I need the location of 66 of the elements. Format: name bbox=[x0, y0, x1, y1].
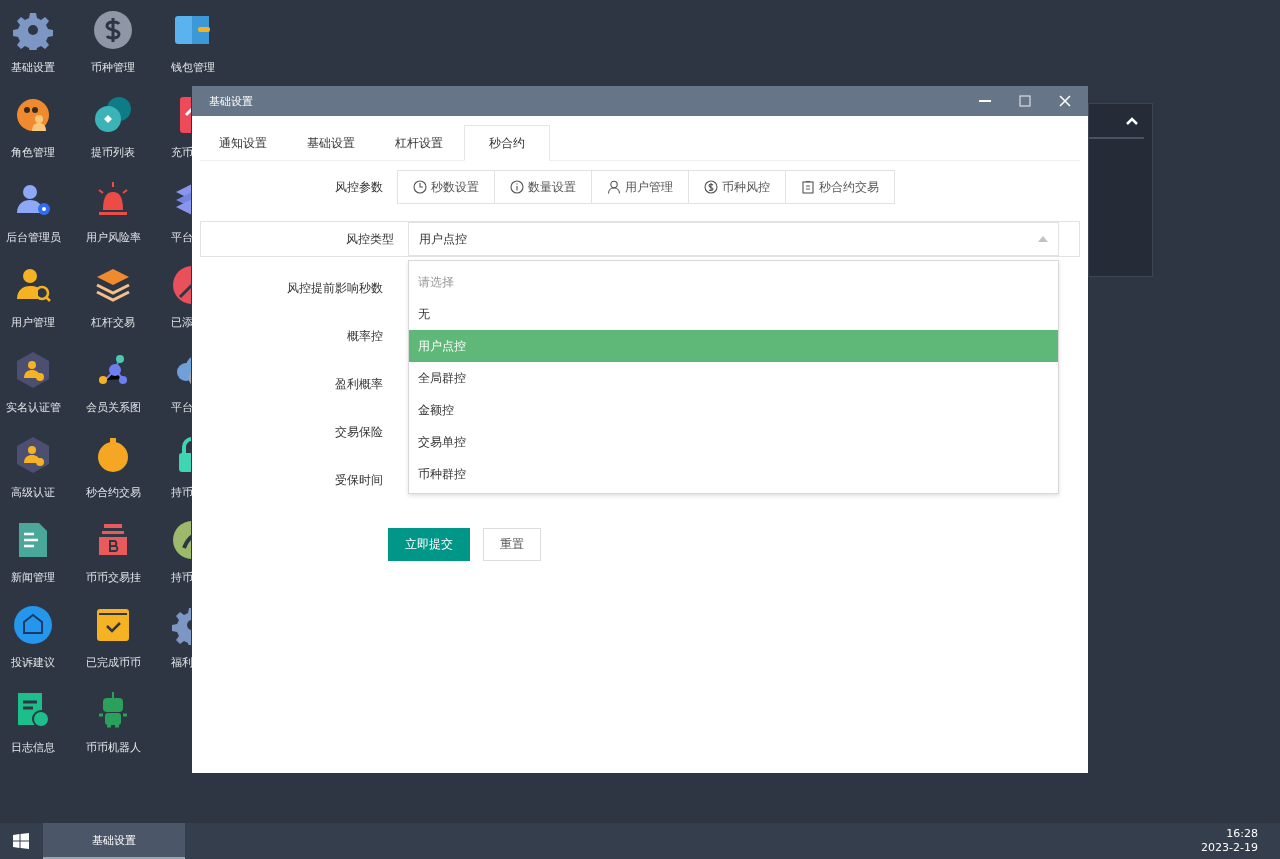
gear-icon[interactable] bbox=[13, 10, 53, 50]
clock-time: 16:28 bbox=[1226, 827, 1258, 841]
select-field[interactable]: 用户点控 bbox=[408, 222, 1059, 256]
tab[interactable]: 杠杆设置 bbox=[376, 125, 462, 161]
desktop-icon-label: 提币列表 bbox=[91, 145, 135, 160]
desktop-icon-label: 币币机器人 bbox=[85, 740, 141, 755]
desktop-icon-label: 日志信息 bbox=[11, 740, 55, 755]
desktop-icon-label: 用户管理 bbox=[11, 315, 55, 330]
form-label: 风控类型 bbox=[345, 230, 394, 248]
desktop-icon-label: 角色管理 bbox=[11, 145, 55, 160]
close-icon[interactable] bbox=[1058, 94, 1072, 108]
clock-date: 2023-2-19 bbox=[1201, 841, 1258, 855]
desktop-icon-label: 投诉建议 bbox=[11, 655, 55, 670]
form-label: 风控提前影响秒数 bbox=[286, 279, 383, 297]
form-label: 风控参数 bbox=[334, 178, 383, 196]
desktop-icon-label: 实名认证管 bbox=[5, 400, 61, 415]
reset-button[interactable]: 重置 bbox=[483, 528, 541, 561]
info-icon bbox=[510, 180, 524, 194]
form-label: 概率控 bbox=[346, 327, 383, 345]
dropdown-option[interactable]: 金额控 bbox=[409, 394, 1058, 426]
desktop-icon-label: 钱包管理 bbox=[171, 60, 215, 75]
dropdown-option[interactable]: 全局群控 bbox=[409, 362, 1058, 394]
form-label: 交易保险 bbox=[334, 423, 383, 441]
dollar-icon bbox=[704, 180, 718, 194]
desktop-icon-label: 会员关系图 bbox=[85, 400, 141, 415]
window-title: 基础设置 bbox=[209, 93, 253, 109]
desktop-icon-label: 持币 bbox=[171, 485, 193, 500]
desktop-icon-label: 秒合约交易 bbox=[85, 485, 141, 500]
desktop-icon-label: 后台管理员 bbox=[5, 230, 61, 245]
clipboard-icon bbox=[801, 180, 815, 194]
segment-button[interactable]: 币种风控 bbox=[688, 170, 786, 204]
desktop-icon-label: 平台 bbox=[171, 400, 193, 415]
desktop-icon-label: 新闻管理 bbox=[11, 570, 55, 585]
dropdown-option[interactable]: 币种群控 bbox=[409, 458, 1058, 490]
clock-icon bbox=[413, 180, 427, 194]
gear-icon[interactable] bbox=[172, 605, 191, 645]
taskbar-button[interactable]: 基础设置 bbox=[43, 823, 185, 859]
caret-up-icon[interactable] bbox=[1126, 116, 1138, 125]
desktop-icon-label: 币种管理 bbox=[91, 60, 135, 75]
segment-button[interactable]: 用户管理 bbox=[591, 170, 689, 204]
form-label: 受保时间 bbox=[334, 471, 383, 489]
coins-icon[interactable] bbox=[93, 95, 133, 135]
desktop-icon-label: 持币 bbox=[171, 570, 193, 585]
desktop-icon-label: 基础设置 bbox=[11, 60, 55, 75]
submit-button[interactable]: 立即提交 bbox=[388, 528, 470, 561]
desktop-icon-label: 福利 bbox=[171, 655, 193, 670]
segment-button[interactable]: 秒数设置 bbox=[397, 170, 495, 204]
tab[interactable]: 通知设置 bbox=[200, 125, 286, 161]
tab[interactable]: 秒合约 bbox=[464, 125, 550, 161]
user-icon bbox=[607, 180, 621, 194]
dropdown-option[interactable]: 无 bbox=[409, 298, 1058, 330]
dollar-icon[interactable] bbox=[93, 10, 133, 50]
segment-button[interactable]: 数量设置 bbox=[494, 170, 592, 204]
desktop-icon-label: 充币 bbox=[171, 145, 193, 160]
desktop-icon-label: 杠杆交易 bbox=[91, 315, 135, 330]
tab[interactable]: 基础设置 bbox=[288, 125, 374, 161]
dropdown-option[interactable]: 交易单控 bbox=[409, 426, 1058, 458]
form-label: 盈利概率 bbox=[334, 375, 383, 393]
desktop-icon-label: 已添 bbox=[171, 315, 193, 330]
desktop-icon-label: 币币交易挂 bbox=[85, 570, 141, 585]
desktop-icon-label: 用户风险率 bbox=[85, 230, 141, 245]
segment-button[interactable]: 秒合约交易 bbox=[785, 170, 895, 204]
desktop-icon-label: 高级认证 bbox=[11, 485, 55, 500]
start-icon[interactable] bbox=[13, 833, 29, 849]
desktop-icon-label: 已完成币币 bbox=[85, 655, 141, 670]
desktop-icon-label: 平台 bbox=[171, 230, 193, 245]
